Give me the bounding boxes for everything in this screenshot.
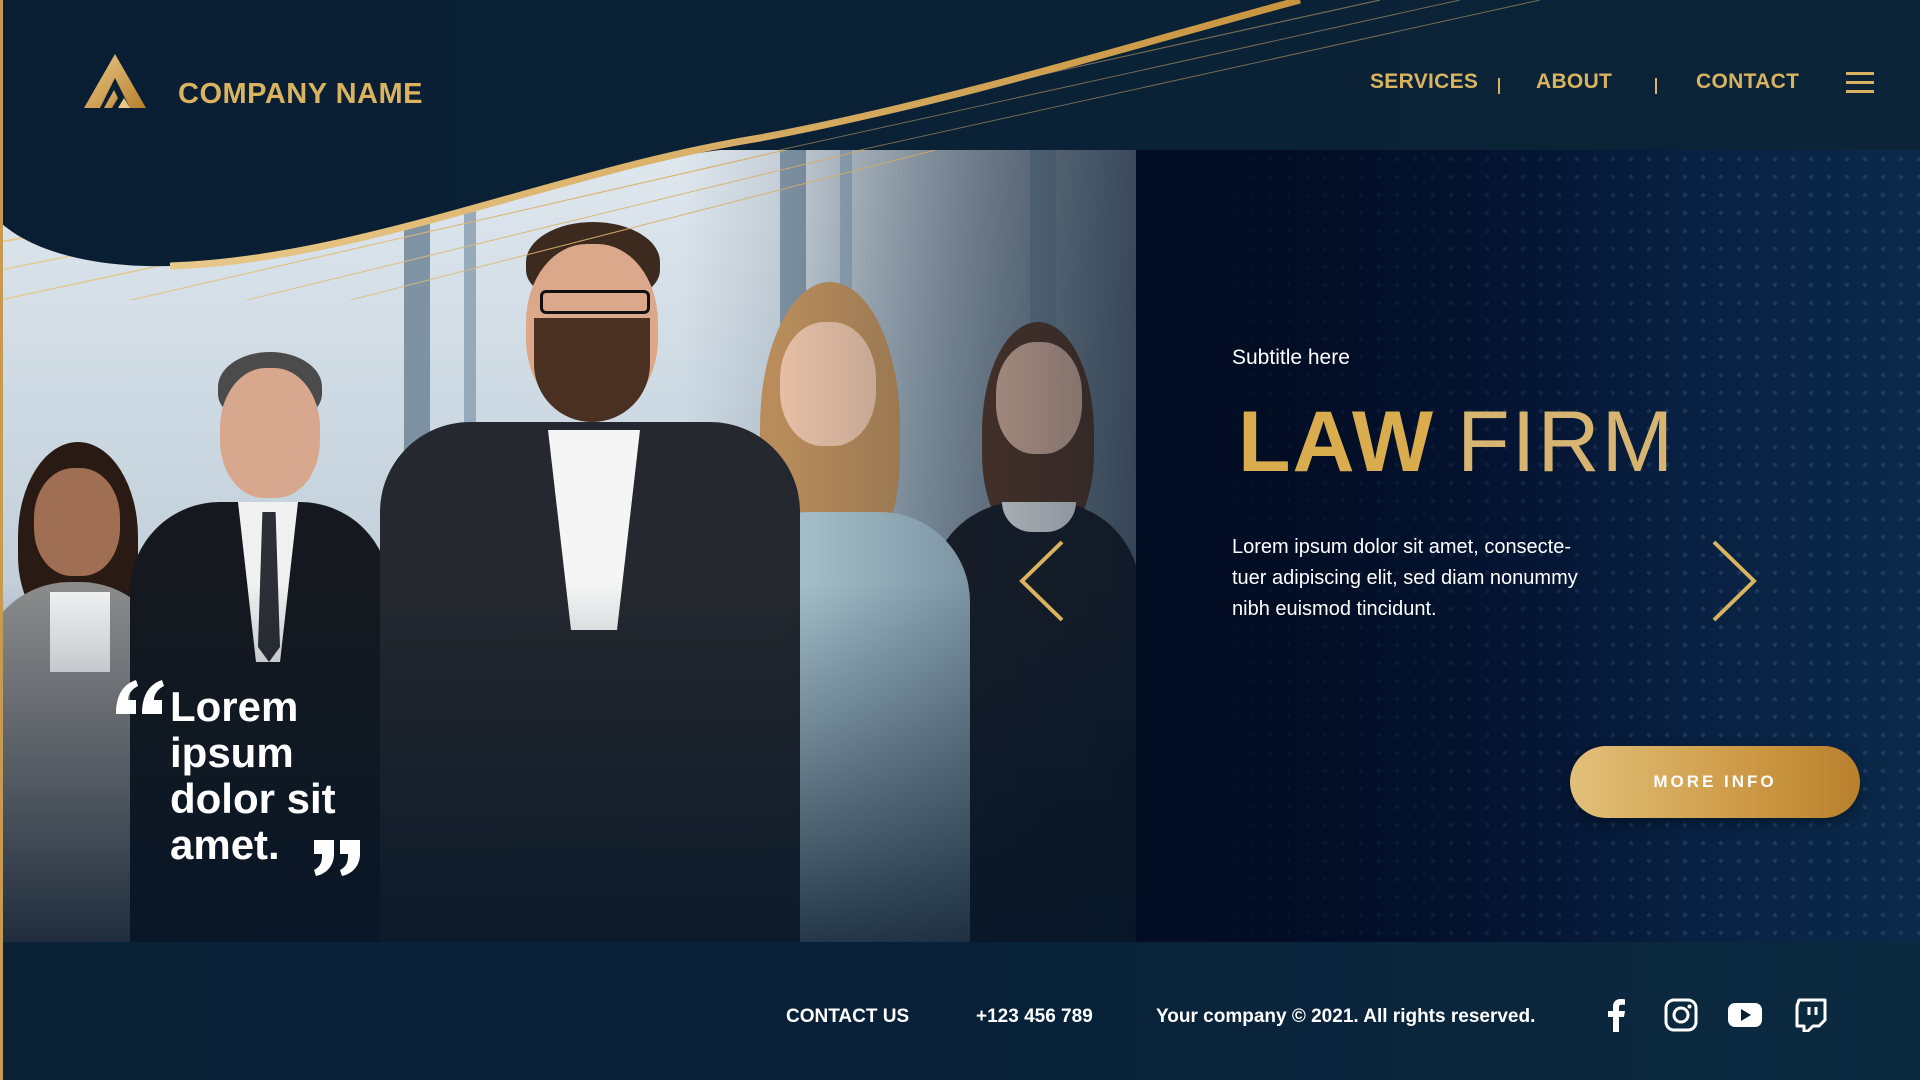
quote-open-icon [116, 680, 164, 714]
youtube-icon[interactable] [1728, 998, 1762, 1032]
quote-line: Lorem [170, 683, 299, 730]
quote-close-icon [314, 840, 360, 876]
nav-separator [1655, 78, 1657, 94]
contact-us-link[interactable]: CONTACT US [786, 1006, 909, 1028]
title-light: FIRM [1457, 394, 1676, 490]
hero-title: LAW FIRM [1238, 392, 1675, 492]
chevron-right-icon[interactable] [1708, 538, 1760, 624]
company-name[interactable]: COMPANY NAME [178, 78, 423, 111]
phone-number[interactable]: +123 456 789 [976, 1006, 1093, 1028]
copyright-text: Your company © 2021. All rights reserved… [1156, 1006, 1536, 1027]
twitch-icon[interactable] [1794, 998, 1828, 1032]
quote-line: dolor sit [170, 775, 336, 822]
nav-about[interactable]: ABOUT [1536, 70, 1612, 94]
hero-subtitle: Subtitle here [1232, 346, 1350, 369]
nav-contact[interactable]: CONTACT [1696, 70, 1799, 94]
page-edge [0, 0, 3, 1080]
instagram-icon[interactable] [1664, 998, 1698, 1032]
title-bold: LAW [1238, 394, 1436, 490]
photo-overlay [776, 150, 1136, 942]
landing-page: COMPANY NAME SERVICES ABOUT CONTACT Subt… [0, 0, 1920, 1080]
quote-line: ipsum [170, 729, 294, 776]
chevron-left-icon[interactable] [1016, 538, 1068, 624]
nav-separator [1498, 78, 1500, 94]
description-line: tuer adipiscing elit, sed diam nonummy [1232, 567, 1578, 589]
mountain-logo-icon[interactable] [84, 54, 146, 108]
hamburger-menu-icon[interactable] [1846, 72, 1874, 94]
facebook-icon[interactable] [1600, 998, 1634, 1032]
description-line: Lorem ipsum dolor sit amet, consecte- [1232, 536, 1572, 558]
footer: CONTACT US +123 456 789 Your company © 2… [0, 942, 1920, 1080]
hero-description: Lorem ipsum dolor sit amet, consecte- tu… [1232, 532, 1672, 625]
description-line: nibh euismod tincidunt. [1232, 598, 1437, 620]
more-info-button[interactable]: MORE INFO [1570, 746, 1860, 818]
nav-services[interactable]: SERVICES [1370, 70, 1478, 94]
